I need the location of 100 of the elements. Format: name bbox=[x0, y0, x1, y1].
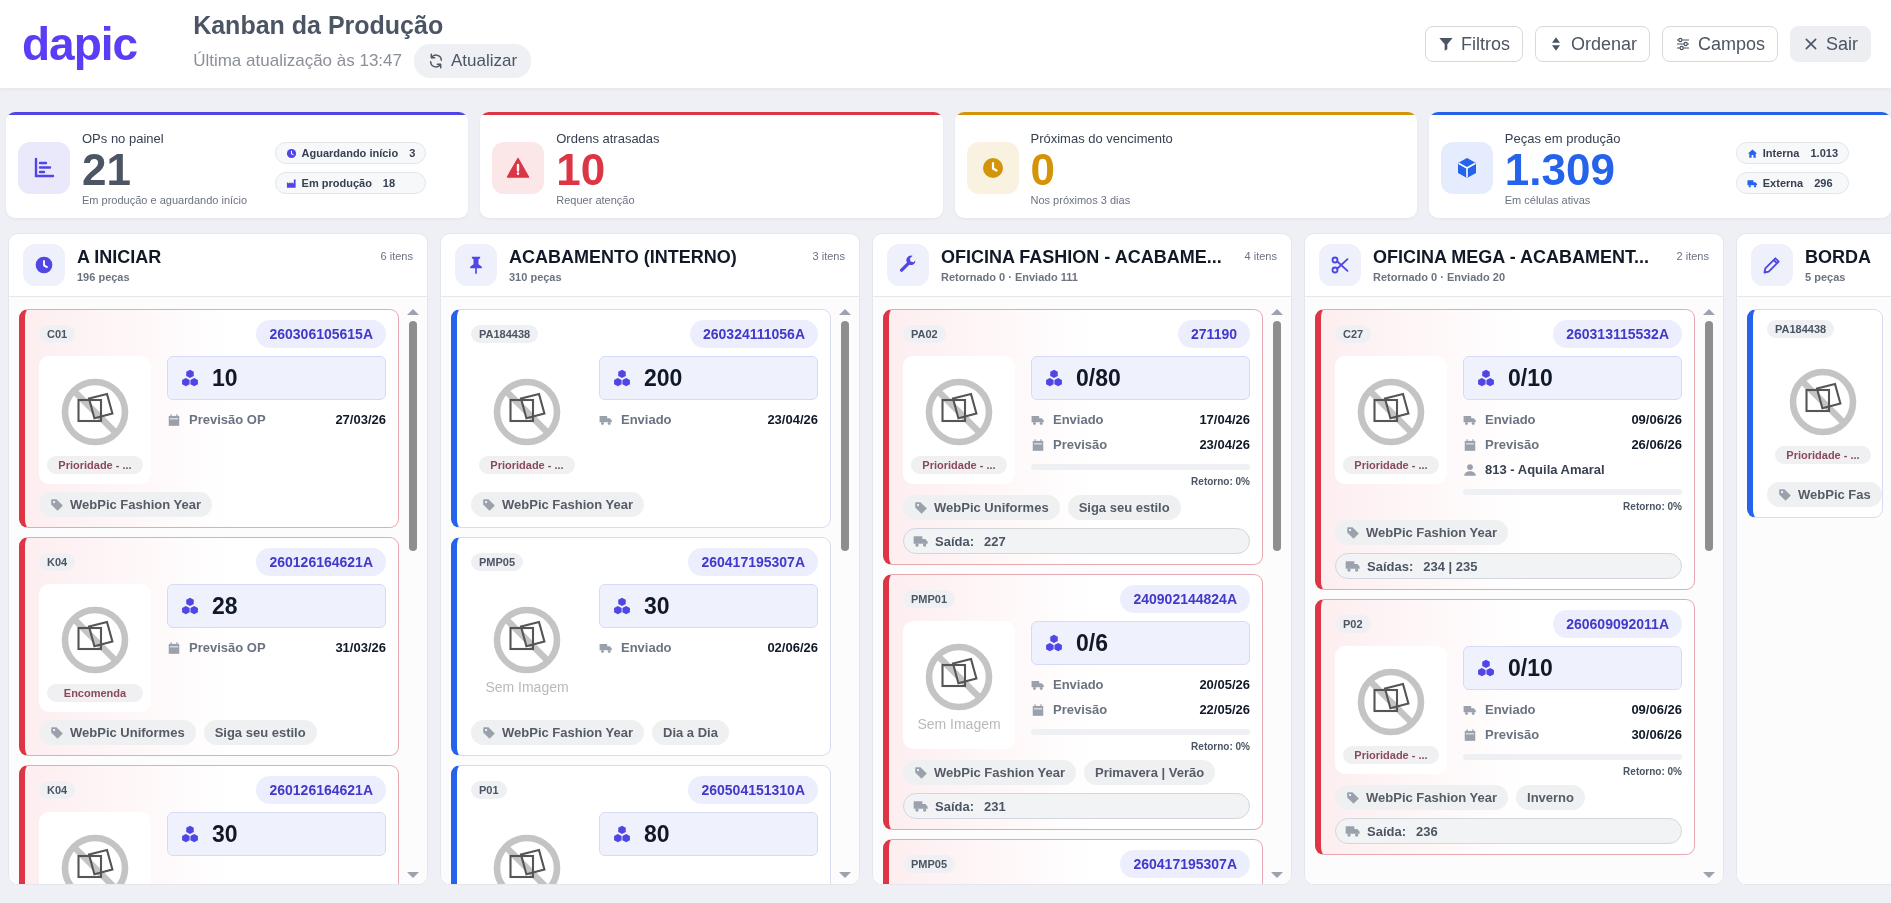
stat-value: 10 bbox=[556, 145, 607, 194]
tag-label: Siga seu estilo bbox=[1078, 500, 1170, 515]
order-card[interactable]: PMP05 260417195307A bbox=[883, 839, 1263, 884]
tag-icon bbox=[914, 765, 928, 780]
order-number: 260313115532A bbox=[1553, 320, 1682, 348]
shipment-value: 236 bbox=[1416, 823, 1438, 839]
info-label: Previsão OP bbox=[189, 640, 266, 655]
pencil-icon bbox=[1762, 255, 1782, 275]
no-image-icon bbox=[59, 604, 131, 676]
bar-chart-icon bbox=[32, 156, 56, 180]
pill-label: Interna bbox=[1762, 147, 1800, 159]
info-label: Enviado bbox=[621, 412, 672, 427]
tag-label: Dia a Dia bbox=[663, 725, 718, 740]
order-card[interactable]: P02 260609092011A Prioridade - ... 0/10 Enviado 09/06/26 Previsão 30/06/26 Retorno: 0% WebPic Fashion Year Inverno Saída: 236 bbox=[1315, 599, 1695, 855]
scissors-icon bbox=[1330, 255, 1350, 275]
pill-value: 18 bbox=[382, 177, 396, 189]
sliders-icon bbox=[1674, 36, 1691, 52]
action-button[interactable]: Campos bbox=[1661, 26, 1778, 62]
order-card[interactable]: PA02 271190 Prioridade - ... 0/80 Enviado 17/04/26 Previsão 23/04/26 Retorno: 0% WebPic Uniformes Siga seu estilo Saída: 227 bbox=[883, 309, 1263, 565]
priority-badge: Encomenda bbox=[47, 684, 143, 702]
house-icon bbox=[1746, 147, 1758, 159]
order-number: 271190 bbox=[1178, 320, 1250, 348]
info-value: 30/06/26 bbox=[1631, 727, 1682, 742]
order-card[interactable]: K04 260126164621A Encomenda 28 Previsão OP 31/03/26 WebPic Uniformes Siga seu estilo bbox=[19, 537, 399, 756]
column-title: OFICINA FASHION - ACABAME... bbox=[941, 247, 1223, 268]
shipment-label: Saída: bbox=[1367, 823, 1406, 839]
cubes-icon bbox=[1476, 658, 1496, 678]
info-label: Enviado bbox=[621, 640, 672, 655]
order-card[interactable]: PA184438 260324111056A Prioridade - ... 200 Enviado 23/04/26 WebPic Fashion Year bbox=[451, 309, 831, 528]
tag-label: WebPic Uniformes bbox=[934, 500, 1049, 515]
clock-icon bbox=[980, 156, 1005, 180]
product-code: P02 bbox=[1335, 615, 1371, 633]
info-label: Enviado bbox=[1485, 702, 1536, 717]
quantity-value: 0/10 bbox=[1508, 364, 1553, 392]
order-number: 260417195307A bbox=[688, 548, 818, 576]
info-label: Previsão bbox=[1053, 702, 1108, 717]
action-button[interactable]: Sair bbox=[1790, 26, 1871, 62]
shipment-label: Saída: bbox=[935, 798, 974, 814]
order-number: 260417195307A bbox=[1120, 850, 1250, 878]
tag-icon bbox=[482, 497, 496, 512]
pill-value: 3 bbox=[409, 147, 416, 159]
calendar-icon bbox=[1031, 702, 1045, 717]
person-icon bbox=[1463, 462, 1477, 477]
logo: dapic bbox=[22, 17, 138, 71]
quantity-value: 0/6 bbox=[1076, 629, 1108, 657]
info-label: 813 - Aquila Amaral bbox=[1485, 462, 1605, 477]
action-button[interactable]: Filtros bbox=[1424, 26, 1523, 62]
pill-value: 296 bbox=[1814, 177, 1833, 189]
order-card[interactable]: C01 260306105615A Prioridade - ... 10 Previsão OP 27/03/26 WebPic Fashion Year bbox=[19, 309, 399, 528]
info-value: 02/06/26 bbox=[767, 640, 818, 655]
quantity-value: 0/80 bbox=[1076, 364, 1121, 392]
info-value: 23/04/26 bbox=[767, 412, 818, 427]
cubes-icon bbox=[1476, 368, 1496, 388]
info-value: 09/06/26 bbox=[1631, 412, 1682, 427]
tag-icon bbox=[1346, 790, 1360, 805]
cubes-icon bbox=[1044, 368, 1064, 388]
stat-label: OPs no painel bbox=[82, 130, 165, 146]
info-value: 26/06/26 bbox=[1631, 437, 1682, 452]
priority-badge: Prioridade - ... bbox=[1343, 746, 1439, 764]
product-code: PMP01 bbox=[903, 590, 956, 608]
tag-icon bbox=[482, 725, 496, 740]
order-card[interactable]: PMP01 240902144824A Sem Imagem 0/6 Enviado 20/05/26 Previsão 22/05/26 Retorno: 0% WebPic Fashion Year Primavera | Verão Saída: 231 bbox=[883, 574, 1263, 830]
order-card[interactable]: P01 260504151310A 80 bbox=[451, 765, 831, 884]
cubes-icon bbox=[612, 824, 632, 844]
product-code: PA02 bbox=[903, 325, 946, 343]
info-value: 09/06/26 bbox=[1631, 702, 1682, 717]
column-title: BORDA bbox=[1805, 247, 1872, 268]
order-card[interactable]: PMP05 260417195307A Sem Imagem 30 Enviado 02/06/26 WebPic Fashion Year Dia a Dia bbox=[451, 537, 831, 756]
refresh-icon bbox=[428, 52, 444, 69]
return-percentage: Retorno: 0% bbox=[1191, 741, 1250, 752]
order-card[interactable]: C27 260313115532A Prioridade - ... 0/10 Enviado 09/06/26 Previsão 26/06/26 813 - Aquila Amaral Retorno: 0% WebPic Fashion Year Saídas: 234 | 235 bbox=[1315, 309, 1695, 590]
return-percentage: Retorno: 0% bbox=[1191, 476, 1250, 487]
info-value: 27/03/26 bbox=[335, 412, 386, 427]
order-number: 260126164621A bbox=[256, 776, 386, 804]
item-count: 4 itens bbox=[1244, 250, 1277, 262]
priority-badge: Prioridade - ... bbox=[911, 456, 1007, 474]
info-label: Previsão OP bbox=[189, 412, 266, 427]
stat-subtitle: Em células ativas bbox=[1504, 193, 1592, 206]
tag-icon bbox=[1778, 487, 1792, 502]
action-button[interactable]: Ordenar bbox=[1534, 26, 1650, 62]
calendar-icon bbox=[1031, 437, 1045, 452]
no-image-icon bbox=[491, 832, 563, 884]
product-code: K04 bbox=[39, 781, 76, 799]
column-subtitle: Retornado 0 · Enviado 20 bbox=[1373, 271, 1507, 283]
tag-label: WebPic Fashion Year bbox=[934, 765, 1065, 780]
order-card[interactable]: PA184438 Prioridade - ... WebPic Fas bbox=[1747, 309, 1883, 518]
order-number: 260609092011A bbox=[1553, 610, 1682, 638]
stat-label: Ordens atrasadas bbox=[556, 130, 660, 146]
close-icon bbox=[1803, 36, 1819, 52]
calendar-icon bbox=[167, 412, 181, 427]
quantity-value: 28 bbox=[212, 592, 238, 620]
order-number: 260504151310A bbox=[688, 776, 818, 804]
info-label: Previsão bbox=[1485, 727, 1540, 742]
order-card[interactable]: K04 260126164621A 30 bbox=[19, 765, 399, 884]
refresh-button[interactable]: Atualizar bbox=[414, 43, 532, 78]
tag-label: WebPic Fashion Year bbox=[502, 725, 633, 740]
priority-badge: Prioridade - ... bbox=[1343, 456, 1439, 474]
tag-label: WebPic Fashion Year bbox=[1366, 525, 1497, 540]
truck-icon bbox=[1345, 823, 1361, 839]
factory-icon bbox=[285, 177, 297, 189]
